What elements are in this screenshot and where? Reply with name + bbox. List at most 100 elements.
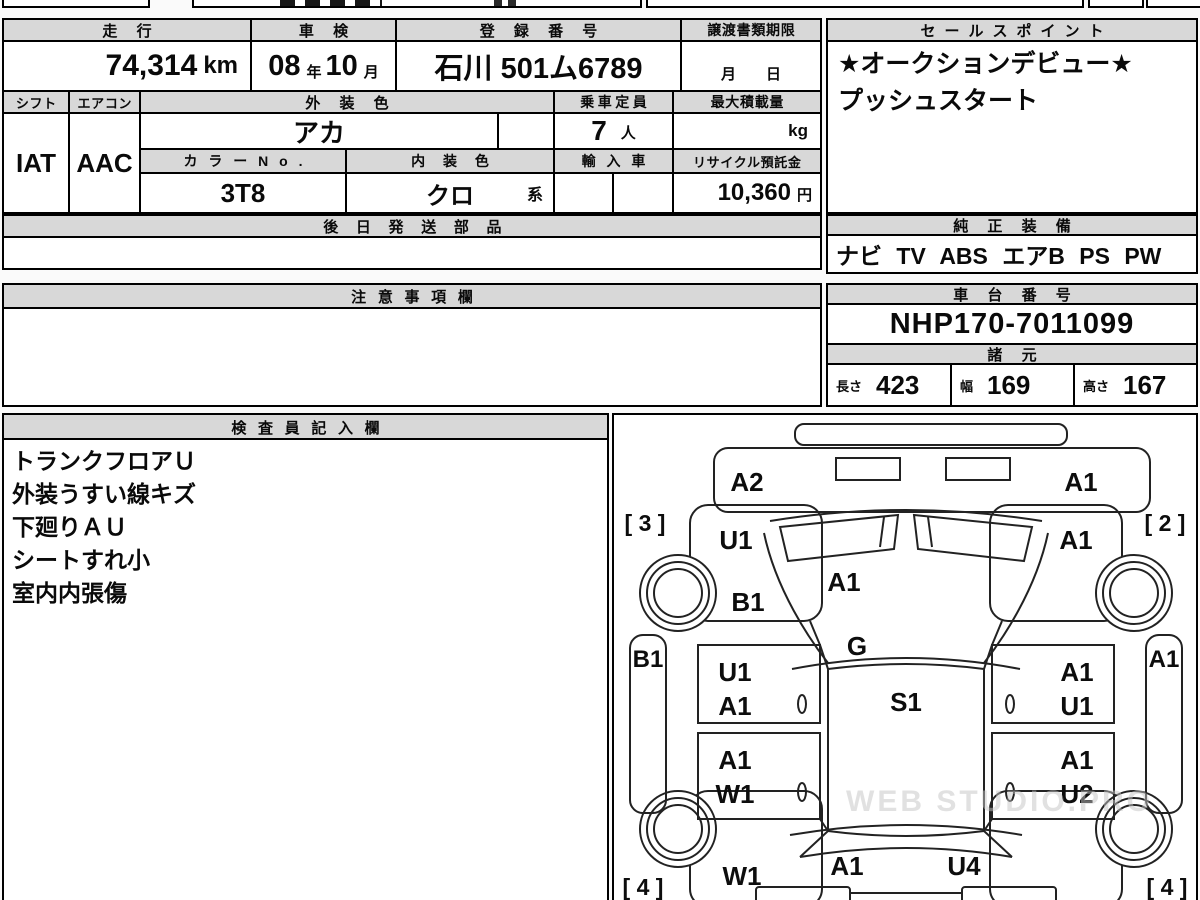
spec-length-value: 423 — [876, 369, 920, 400]
equipment-header: 純 正 装 備 — [826, 214, 1198, 236]
label-rear-fender-left: W1 — [723, 861, 762, 891]
interior-color-value: クロ 系 — [345, 172, 555, 214]
capacity-unit: 人 — [620, 125, 636, 142]
equipment-value: ナビ TV ABS エアB PS PW — [826, 234, 1198, 274]
front-bumper-slot-left — [835, 457, 901, 481]
later-parts-value — [2, 236, 822, 270]
watermark: WEB STUDIO.PRO — [846, 785, 1154, 818]
label-rocker-right: A1 — [1149, 646, 1180, 673]
specs-header: 諸 元 — [826, 343, 1198, 365]
inspection-month: 10 — [325, 49, 358, 82]
label-front-fender-left: U1 — [719, 525, 752, 555]
transfer-deadline-header: 譲渡書類期限 — [680, 18, 822, 42]
spec-width: 幅 169 — [950, 363, 1075, 407]
shift-header: シフト — [2, 90, 70, 114]
roof-antenna-bar — [794, 423, 1068, 446]
inspector-line: トランクフロアＵ — [12, 448, 196, 474]
top-strip-cell — [646, 0, 1084, 8]
notes-body — [2, 307, 822, 407]
import-value-cell-1 — [553, 172, 614, 214]
interior-color-header: 内 装 色 — [345, 148, 555, 174]
label-front-bumper-right: A1 — [1064, 467, 1097, 497]
marker-rear-left: [ 4 ] — [623, 874, 664, 900]
top-strip-cell — [2, 0, 150, 8]
inspection-year-unit: 年 — [306, 64, 322, 81]
door-handle — [797, 694, 807, 714]
sales-point-line1: ★オークションデビュー★ — [838, 50, 1133, 78]
import-value-cell-2 — [612, 172, 674, 214]
sales-point-header: セールスポイント — [826, 18, 1198, 42]
auction-sheet: 走 行 車 検 登 録 番 号 譲渡書類期限 74,314 km 08 年 10… — [0, 0, 1200, 900]
top-strip-cell — [192, 0, 642, 8]
wheel-front-right — [1095, 554, 1173, 632]
label-windshield: G — [847, 631, 867, 661]
recycle-number: 10,360 — [717, 179, 791, 206]
car-damage-diagram: A2 A1 U1 A1 B1 A1 G B1 A1 U1 A1 A1 U1 S1… — [623, 423, 1188, 900]
label-rear-door-left-1: A1 — [718, 745, 751, 775]
shift-value: IAT — [2, 112, 70, 214]
door-handle — [1005, 694, 1015, 714]
inspector-line: 下廻りＡＵ — [12, 514, 127, 540]
mileage-header: 走 行 — [2, 18, 252, 42]
rear-bumper-slot-left — [755, 886, 851, 900]
inspector-body: トランクフロアＵ 外装うすい線キズ 下廻りＡＵ シートすれ小 室内内張傷 — [2, 438, 609, 900]
sales-point-body: ★オークションデビュー★ プッシュスタート — [826, 40, 1198, 214]
registration-header: 登 録 番 号 — [395, 18, 682, 42]
spec-length: 長さ 423 — [826, 363, 952, 407]
max-load-value: kg — [672, 112, 822, 150]
recycle-deposit-value: 10,360 円 — [672, 172, 822, 214]
label-rear-panel-left: A1 — [830, 851, 863, 881]
spec-height: 高さ 167 — [1073, 363, 1198, 407]
inspection-value: 08 年 10 月 — [250, 40, 397, 92]
exterior-color-sub-cell — [497, 112, 555, 150]
interior-color-name: クロ — [426, 182, 474, 210]
headlight-right-line — [927, 516, 933, 548]
label-rear-door-left-2: W1 — [716, 779, 755, 809]
label-rear-panel-right: U4 — [947, 851, 981, 881]
headlight-left-line — [879, 516, 885, 548]
clipped-text-fragment — [280, 0, 382, 6]
notes-header: 注 意 事 項 欄 — [2, 283, 822, 309]
spec-height-value: 167 — [1123, 369, 1167, 400]
registration-value: 石川 501ム6789 — [395, 40, 682, 92]
wheel-rear-left — [639, 790, 717, 868]
mileage-value: 74,314 km — [2, 40, 252, 92]
label-hood: A1 — [827, 567, 860, 597]
exterior-color-value: アカ — [139, 112, 499, 150]
label-front-door-right-2: U1 — [1060, 691, 1093, 721]
inspector-line: シートすれ小 — [12, 547, 150, 573]
inspection-header: 車 検 — [250, 18, 397, 42]
front-door-left-shape — [697, 644, 821, 724]
spec-height-label: 高さ — [1083, 378, 1110, 394]
mileage-unit: km — [203, 52, 238, 79]
label-front-door-left-2: A1 — [718, 691, 751, 721]
front-door-right-shape — [991, 644, 1115, 724]
mileage-number: 74,314 — [105, 49, 198, 82]
inspection-year: 08 — [268, 49, 301, 82]
label-roof: S1 — [890, 687, 922, 717]
color-no-header: カ ラ ー N o . — [139, 148, 347, 174]
recycle-unit: 円 — [796, 187, 812, 204]
damage-diagram-box: WEB STUDIO.PRO A2 A1 U1 A1 B1 A1 G B1 A1… — [612, 413, 1198, 900]
recycle-deposit-header: リサイクル預託金 — [672, 148, 822, 174]
transfer-deadline-value: 月 日 — [680, 40, 822, 92]
top-strip-cell — [1088, 0, 1144, 8]
spec-length-label: 長さ — [836, 378, 863, 394]
marker-front-left: [ 3 ] — [625, 510, 666, 536]
capacity-header: 乗車定員 — [553, 90, 674, 114]
top-strip-cell — [1146, 0, 1200, 8]
later-parts-header: 後 日 発 送 部 品 — [2, 214, 822, 238]
label-front-fender-right: A1 — [1059, 525, 1092, 555]
chassis-value: NHP170-7011099 — [826, 303, 1198, 345]
marker-rear-right: [ 4 ] — [1147, 874, 1188, 900]
label-rear-door-right-1: A1 — [1060, 745, 1093, 775]
label-cowl-left: B1 — [731, 587, 764, 617]
label-front-door-right-1: A1 — [1060, 657, 1093, 687]
color-no-value: 3T8 — [139, 172, 347, 214]
interior-color-suffix: 系 — [526, 187, 543, 204]
spec-width-value: 169 — [987, 369, 1031, 400]
marker-front-right: [ 2 ] — [1145, 510, 1186, 536]
capacity-value: 7 人 — [553, 112, 674, 150]
aircon-header: エアコン — [68, 90, 141, 114]
clipped-text-fragment — [494, 0, 520, 6]
